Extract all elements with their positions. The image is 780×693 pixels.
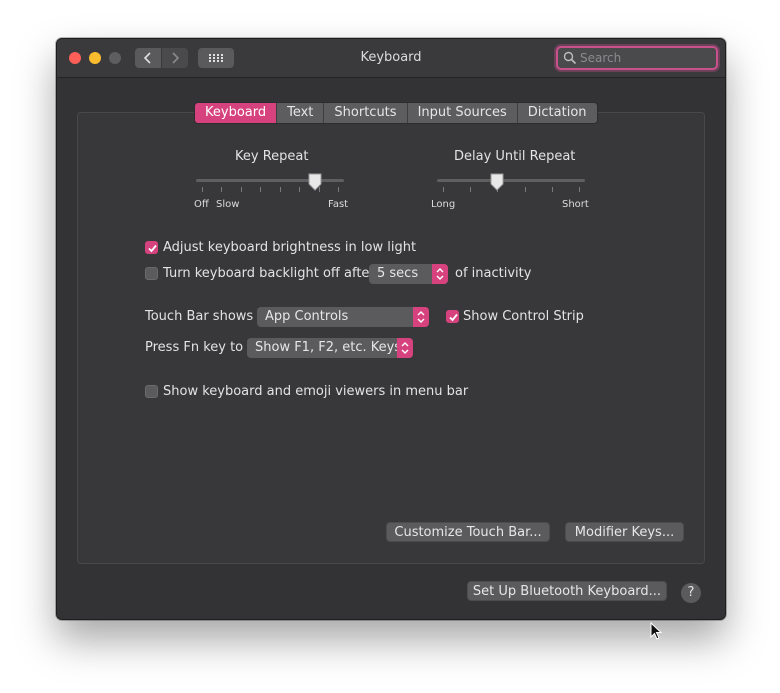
search-field[interactable] xyxy=(556,46,718,70)
adjust-brightness-label: Adjust keyboard brightness in low light xyxy=(163,240,417,255)
slider-tick xyxy=(470,187,472,192)
tab-shortcuts[interactable]: Shortcuts xyxy=(324,103,408,123)
emoji-viewers-checkbox[interactable] xyxy=(145,385,158,398)
slider-tick xyxy=(240,187,242,192)
search-icon xyxy=(563,51,577,65)
bluetooth-keyboard-button[interactable]: Set Up Bluetooth Keyboard... xyxy=(467,581,667,601)
backlight-off-checkbox[interactable] xyxy=(145,267,158,280)
slider-tick xyxy=(221,187,223,192)
updown-arrows-icon xyxy=(432,264,448,284)
key-repeat-fast-label: Fast xyxy=(328,199,349,210)
checkmark-icon xyxy=(148,244,157,253)
search-input[interactable] xyxy=(580,49,710,67)
key-repeat-title: Key Repeat xyxy=(235,149,309,164)
slider-tick xyxy=(279,187,281,192)
slider-tick xyxy=(299,187,301,192)
slider-tick xyxy=(579,187,580,192)
tab-bar: Keyboard Text Shortcuts Input Sources Di… xyxy=(194,102,598,124)
backlight-off-label: Turn keyboard backlight off after xyxy=(163,266,375,281)
delay-until-repeat-slider-knob[interactable] xyxy=(489,173,505,191)
checkmark-icon xyxy=(449,313,458,322)
customize-touch-bar-button[interactable]: Customize Touch Bar... xyxy=(386,522,550,542)
touch-bar-popup[interactable]: App Controls xyxy=(257,307,429,327)
touch-bar-label: Touch Bar shows xyxy=(145,309,254,324)
slider-tick xyxy=(551,187,553,192)
help-button[interactable]: ? xyxy=(681,583,701,603)
updown-arrows-icon xyxy=(413,307,429,327)
fn-key-popup[interactable]: Show F1, F2, etc. Keys xyxy=(247,338,413,358)
slider-tick xyxy=(202,187,203,192)
backlight-timeout-value: 5 secs xyxy=(377,266,419,281)
updown-arrows-icon xyxy=(397,338,413,358)
key-repeat-slider-knob[interactable] xyxy=(307,173,323,191)
tab-input-sources[interactable]: Input Sources xyxy=(407,103,518,123)
tab-text[interactable]: Text xyxy=(277,103,325,123)
key-repeat-off-label: Off xyxy=(194,199,209,210)
show-control-strip-checkbox[interactable] xyxy=(446,310,459,323)
show-control-strip-label: Show Control Strip xyxy=(463,309,584,324)
slider-tick xyxy=(443,187,444,192)
modifier-keys-button[interactable]: Modifier Keys... xyxy=(565,522,684,542)
touch-bar-value: App Controls xyxy=(265,309,349,324)
tab-keyboard[interactable]: Keyboard xyxy=(195,103,278,123)
key-repeat-slow-label: Slow xyxy=(216,199,240,210)
adjust-brightness-checkbox[interactable] xyxy=(145,241,158,254)
slider-tick xyxy=(260,187,262,192)
fn-key-label: Press Fn key to xyxy=(145,340,244,355)
emoji-viewers-label: Show keyboard and emoji viewers in menu … xyxy=(163,384,469,399)
slider-tick xyxy=(338,187,339,192)
fn-key-value: Show F1, F2, etc. Keys xyxy=(255,340,402,355)
delay-until-repeat-title: Delay Until Repeat xyxy=(454,149,576,164)
slider-tick xyxy=(524,187,526,192)
delay-long-label: Long xyxy=(431,199,456,210)
preferences-window: Keyboard Keyboard Text Shortcuts Input S… xyxy=(56,38,726,620)
tab-dictation[interactable]: Dictation xyxy=(517,103,597,123)
backlight-timeout-popup[interactable]: 5 secs xyxy=(369,264,448,284)
delay-short-label: Short xyxy=(562,199,589,210)
mouse-cursor-icon xyxy=(650,622,663,640)
inactivity-label: of inactivity xyxy=(455,266,532,281)
delay-until-repeat-slider[interactable] xyxy=(437,179,585,182)
title-bar: Keyboard xyxy=(57,39,725,78)
